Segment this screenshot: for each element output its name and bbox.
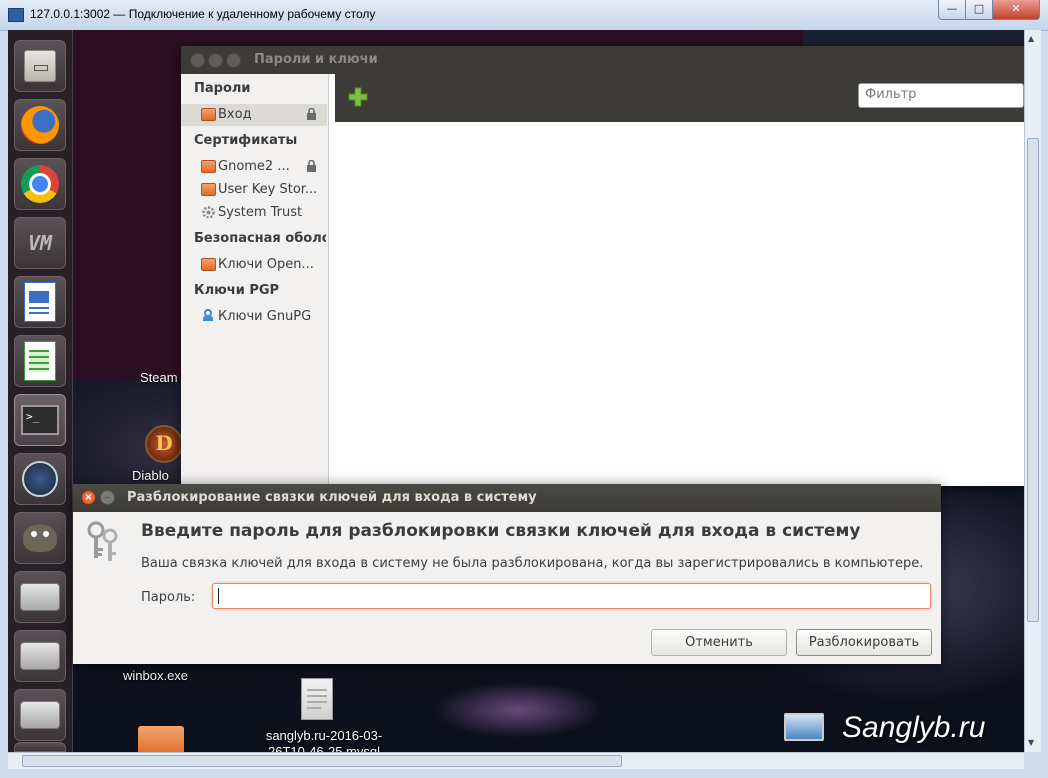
dialog-title: Разблокирование связки ключей для входа … [127, 490, 537, 505]
sidebar-item-label: Ключи Open... [218, 257, 314, 272]
drive-icon[interactable] [14, 630, 66, 682]
keyring-folder-icon [201, 183, 216, 196]
rdp-maximize-button[interactable]: □ [965, 0, 993, 20]
window-maximize-button[interactable] [226, 53, 241, 68]
sidebar-item-gnome2[interactable]: Gnome2 ... [181, 156, 327, 178]
sidebar-item-openssh[interactable]: Ключи Open... [181, 254, 327, 276]
vmware-icon[interactable]: VM [14, 217, 66, 269]
drive-icon[interactable] [14, 742, 66, 752]
lock-icon [307, 108, 316, 120]
vertical-scrollbar[interactable]: ▲ ▼ [1024, 30, 1041, 752]
sidebar-header-pgp: Ключи PGP [194, 283, 280, 298]
sidebar-item-label: Gnome2 ... [218, 159, 290, 174]
cancel-button[interactable]: Отменить [651, 629, 787, 656]
desktop-icon-sql-label[interactable]: sanglyb.ru-2016-03-26T10-46-25.mysql [254, 728, 394, 752]
network-laptop-icon[interactable] [784, 713, 824, 741]
unlock-button[interactable]: Разблокировать [796, 629, 932, 656]
desktop-icon-winbox-label[interactable]: winbox.exe [123, 668, 188, 683]
horizontal-scroll-thumb[interactable] [22, 755, 622, 767]
passwords-keys-title: Пароли и ключи [254, 52, 378, 67]
drive-icon[interactable] [14, 571, 66, 623]
password-field[interactable] [212, 583, 931, 609]
rdp-app-icon [8, 8, 24, 22]
password-label: Пароль: [141, 590, 196, 605]
sidebar-item-label: User Key Stor... [218, 182, 318, 197]
keys-icon [87, 521, 118, 561]
sidebar-item-gnupg[interactable]: Ключи GnuPG [181, 306, 327, 328]
lock-icon [307, 160, 316, 172]
keyring-folder-icon [201, 258, 216, 271]
sidebar-item-label: Вход [218, 107, 252, 122]
vertical-scroll-thumb[interactable] [1027, 138, 1039, 622]
watermark-text: Sanglyb.ru [842, 711, 986, 744]
dialog-titlebar[interactable]: × – Разблокирование связки ключей для вх… [73, 484, 941, 512]
steam-icon[interactable] [14, 453, 66, 505]
scroll-down-arrow-icon[interactable]: ▼ [1028, 738, 1034, 747]
text-caret [218, 588, 219, 604]
scroll-up-arrow-icon[interactable]: ▲ [1028, 34, 1034, 43]
sidebar-header-certificates: Сертификаты [194, 133, 298, 148]
chrome-icon[interactable] [14, 158, 66, 210]
sidebar-item-label: System Trust [218, 205, 303, 220]
files-icon[interactable] [14, 40, 66, 92]
keyring-folder-icon [201, 160, 216, 173]
keyring-sidebar: Пароли Вход Сертификаты Gnome2 ... User … [181, 74, 329, 486]
window-close-button[interactable] [190, 53, 205, 68]
keys-list-area [347, 122, 1024, 486]
gimp-icon[interactable] [14, 512, 66, 564]
sidebar-item-login[interactable]: Вход [181, 104, 327, 126]
dialog-close-button[interactable]: × [81, 490, 96, 505]
terminal-icon[interactable]: >_ [14, 394, 66, 446]
dialog-heading: Введите пароль для разблокировки связки … [141, 521, 861, 541]
desktop-icon-diablo-label[interactable]: Diablo [132, 468, 169, 483]
filter-input[interactable]: Фильтр [858, 83, 1024, 108]
add-icon[interactable] [347, 86, 369, 108]
gear-icon [202, 206, 215, 218]
rdp-title: 127.0.0.1:3002 — Подключение к удаленном… [30, 7, 376, 21]
person-key-icon [203, 309, 213, 321]
drive-icon[interactable] [14, 689, 66, 741]
window-minimize-button[interactable] [208, 53, 223, 68]
rdp-close-button[interactable]: ✕ [992, 0, 1040, 20]
ubuntu-launcher: VM >_ [8, 30, 73, 752]
rdp-titlebar[interactable]: 127.0.0.1:3002 — Подключение к удаленном… [0, 0, 1048, 31]
sidebar-item-system-trust[interactable]: System Trust [181, 202, 327, 224]
sidebar-item-label: Ключи GnuPG [218, 309, 312, 324]
rdp-minimize-button[interactable]: — [938, 0, 966, 20]
document-icon[interactable] [301, 678, 333, 720]
diablo-icon[interactable]: D [145, 425, 183, 463]
sidebar-item-user-key-storage[interactable]: User Key Stor... [181, 179, 327, 201]
remote-desktop: Steam D Diablo winbox.exe sanglyb.ru-201… [8, 30, 1024, 752]
rdp-window: 127.0.0.1:3002 — Подключение к удаленном… [0, 0, 1048, 778]
dialog-minimize-button[interactable]: – [100, 490, 115, 505]
keyring-folder-icon [201, 108, 216, 121]
firefox-icon[interactable] [14, 99, 66, 151]
sidebar-header-passwords: Пароли [194, 81, 251, 96]
passwords-keys-window: Пароли и ключи Пароли Вход Сертификаты G… [181, 46, 1024, 486]
sidebar-header-ssh: Безопасная оболо [194, 231, 326, 246]
desktop-icon-steam-label[interactable]: Steam [140, 370, 178, 385]
seahorse-toolbar: Фильтр [335, 74, 1024, 122]
folder-icon[interactable] [138, 726, 184, 752]
passwords-keys-titlebar[interactable]: Пароли и ключи [181, 46, 1024, 74]
unlock-keyring-dialog: × – Разблокирование связки ключей для вх… [73, 484, 941, 664]
calc-icon[interactable] [14, 335, 66, 387]
horizontal-scrollbar[interactable] [8, 752, 1024, 769]
dialog-message: Ваша связка ключей для входа в систему н… [141, 556, 924, 571]
writer-icon[interactable] [14, 276, 66, 328]
